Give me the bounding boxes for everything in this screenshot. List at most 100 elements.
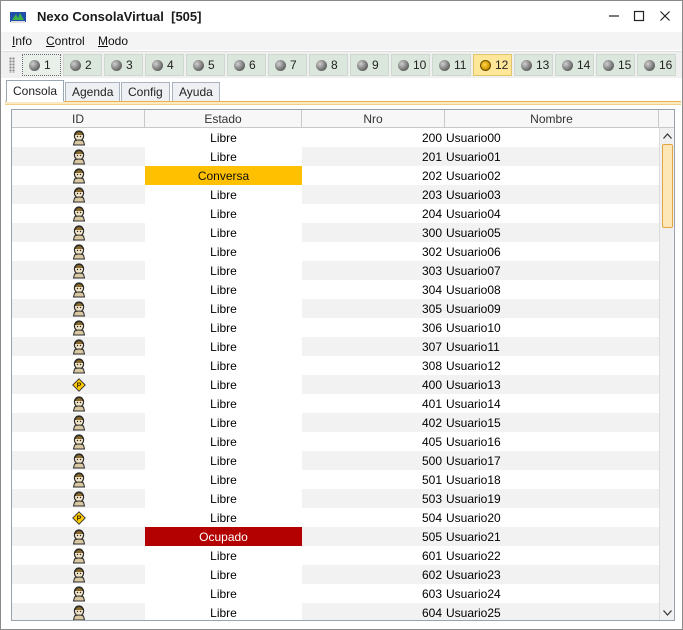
line-button-label: 2 [85, 58, 92, 72]
line-button-11[interactable]: 11 [432, 54, 471, 76]
line-button-3[interactable]: 3 [104, 54, 143, 76]
table-row[interactable]: Libre 602 Usuario23 [12, 565, 659, 584]
table-row[interactable]: Libre 203 Usuario03 [12, 185, 659, 204]
table-row[interactable]: Ocupado 505 Usuario21 [12, 527, 659, 546]
cell-nro: 300 [421, 225, 442, 240]
line-button-13[interactable]: 13 [514, 54, 553, 76]
table-row[interactable]: P Libre 400 Usuario13 [12, 375, 659, 394]
table-row[interactable]: Libre 305 Usuario09 [12, 299, 659, 318]
tab-agenda[interactable]: Agenda [65, 82, 121, 101]
cell-estado: Libre [145, 470, 302, 489]
cell-nro: 302 [421, 244, 442, 259]
table-row[interactable]: Libre 604 Usuario25 [12, 603, 659, 620]
tab-consola-label: Consola [13, 84, 58, 98]
scroll-down-button[interactable] [660, 605, 674, 620]
cell-nombre: Usuario06 [446, 244, 501, 259]
cell-nro: 604 [421, 605, 442, 620]
cell-nro: 305 [421, 301, 442, 316]
line-button-2[interactable]: 2 [63, 54, 102, 76]
table-row[interactable]: Libre 308 Usuario12 [12, 356, 659, 375]
line-status-led-icon [234, 59, 245, 71]
line-status-led-icon [521, 59, 532, 71]
table-row[interactable]: Libre 307 Usuario11 [12, 337, 659, 356]
table-row[interactable]: Libre 204 Usuario04 [12, 204, 659, 223]
line-button-label: 3 [126, 58, 133, 72]
menu-modo[interactable]: Modo [98, 34, 128, 48]
menu-control[interactable]: Control [46, 34, 85, 48]
tab-consola[interactable]: Consola [6, 80, 65, 102]
close-button[interactable] [654, 6, 676, 26]
cell-nro: 500 [421, 453, 442, 468]
table-row[interactable]: Libre 402 Usuario15 [12, 413, 659, 432]
table-row[interactable]: Libre 503 Usuario19 [12, 489, 659, 508]
line-button-9[interactable]: 9 [350, 54, 389, 76]
table-row[interactable]: Libre 200 Usuario00 [12, 128, 659, 147]
line-button-14[interactable]: 14 [555, 54, 594, 76]
table-row[interactable]: Libre 500 Usuario17 [12, 451, 659, 470]
column-header-estado[interactable]: Estado [145, 110, 302, 128]
cell-nombre: Usuario04 [446, 206, 501, 221]
cell-estado: Libre [145, 375, 302, 394]
line-button-6[interactable]: 6 [227, 54, 266, 76]
cell-estado: Libre [145, 299, 302, 318]
minimize-button[interactable] [603, 6, 625, 26]
table-row[interactable]: Libre 306 Usuario10 [12, 318, 659, 337]
cell-estado: Libre [145, 185, 302, 204]
user-icon [72, 395, 86, 412]
menu-modo-accel: M [98, 34, 108, 48]
line-button-label: 15 [618, 58, 632, 72]
cell-nombre: Usuario25 [446, 605, 501, 620]
cell-id [12, 318, 145, 337]
table-row[interactable]: Libre 401 Usuario14 [12, 394, 659, 413]
scroll-up-button[interactable] [660, 128, 674, 143]
column-header-nombre[interactable]: Nombre [445, 110, 659, 128]
line-button-10[interactable]: 10 [391, 54, 430, 76]
table-row[interactable]: Libre 405 Usuario16 [12, 432, 659, 451]
line-status-led-icon [70, 59, 81, 71]
tab-config[interactable]: Config [121, 82, 170, 101]
line-button-1[interactable]: 1 [22, 54, 61, 76]
table-row[interactable]: Libre 201 Usuario01 [12, 147, 659, 166]
user-icon [72, 300, 86, 317]
maximize-button[interactable] [628, 6, 650, 26]
grid-rows: Libre 200 Usuario00 Libre 201 Usuario01 Conver… [12, 128, 659, 620]
cell-nombre: Usuario14 [446, 396, 501, 411]
menu-info[interactable]: Info [12, 34, 32, 48]
table-row[interactable]: Libre 300 Usuario05 [12, 223, 659, 242]
cell-id [12, 356, 145, 375]
cell-id [12, 527, 145, 546]
column-header-nro[interactable]: Nro [302, 110, 445, 128]
table-row[interactable]: P Libre 504 Usuario20 [12, 508, 659, 527]
line-button-12[interactable]: 12 [473, 54, 512, 76]
table-row[interactable]: Conversa 202 Usuario02 [12, 166, 659, 185]
table-row[interactable]: Libre 303 Usuario07 [12, 261, 659, 280]
user-icon [72, 585, 86, 602]
table-row[interactable]: Libre 302 Usuario06 [12, 242, 659, 261]
table-row[interactable]: Libre 601 Usuario22 [12, 546, 659, 565]
line-button-5[interactable]: 5 [186, 54, 225, 76]
line-button-16[interactable]: 16 [637, 54, 676, 76]
line-button-15[interactable]: 15 [596, 54, 635, 76]
scroll-thumb[interactable] [662, 144, 673, 228]
line-button-label: 6 [249, 58, 256, 72]
toolbar-grip-handle[interactable] [9, 57, 15, 73]
table-row[interactable]: Libre 603 Usuario24 [12, 584, 659, 603]
line-status-led-icon [29, 59, 40, 71]
tab-strip: Consola Agenda Config Ayuda [1, 80, 682, 102]
line-button-4[interactable]: 4 [145, 54, 184, 76]
cell-estado: Libre [145, 337, 302, 356]
tab-ayuda[interactable]: Ayuda [172, 82, 220, 101]
vertical-scrollbar[interactable] [659, 128, 674, 620]
cell-estado: Libre [145, 280, 302, 299]
cell-nombre: Usuario21 [446, 529, 501, 544]
table-row[interactable]: Libre 304 Usuario08 [12, 280, 659, 299]
user-icon [72, 319, 86, 336]
line-button-8[interactable]: 8 [309, 54, 348, 76]
table-row[interactable]: Libre 501 Usuario18 [12, 470, 659, 489]
column-header-id[interactable]: ID [12, 110, 145, 128]
title-bar[interactable]: Nexo ConsolaVirtual [505] [1, 1, 682, 31]
cell-estado: Libre [145, 546, 302, 565]
line-button-7[interactable]: 7 [268, 54, 307, 76]
line-button-label: 9 [372, 58, 379, 72]
svg-text:P: P [76, 515, 81, 522]
